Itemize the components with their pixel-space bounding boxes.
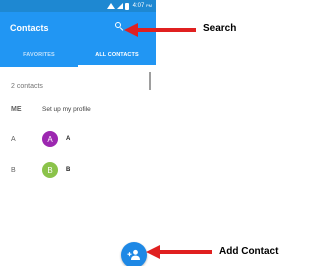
avatar: B — [42, 162, 58, 178]
contacts-app-screen: 4:07 PM Contacts FAVORITES ALL CONTACTS … — [0, 0, 156, 266]
section-letter: A — [11, 135, 16, 143]
add-person-icon — [127, 249, 140, 260]
status-bar: 4:07 PM — [0, 0, 156, 12]
setup-profile-label: Set up my profile — [42, 105, 91, 113]
list-item[interactable]: A A A — [0, 129, 156, 149]
add-contact-callout-label: Add Contact — [219, 246, 279, 257]
contact-name: A — [66, 136, 71, 142]
contact-name: B — [66, 167, 71, 173]
signal-icon — [116, 3, 123, 9]
section-letter: ME — [11, 105, 22, 113]
page-title: Contacts — [10, 22, 49, 33]
contact-count: 2 contacts — [11, 83, 43, 90]
avatar: A — [42, 131, 58, 147]
tab-all-contacts[interactable]: ALL CONTACTS — [78, 43, 156, 67]
add-contact-callout-arrow — [146, 245, 212, 259]
tab-favorites[interactable]: FAVORITES — [0, 43, 78, 67]
search-callout-arrow — [124, 23, 196, 37]
scrollbar[interactable] — [149, 72, 151, 90]
tab-bar: FAVORITES ALL CONTACTS — [0, 43, 156, 67]
add-contact-button[interactable] — [121, 242, 147, 266]
battery-icon — [124, 2, 129, 10]
status-time: 4:07 PM — [132, 3, 152, 9]
list-item[interactable]: B B B — [0, 160, 156, 180]
search-callout-label: Search — [203, 23, 237, 34]
section-letter: B — [11, 166, 16, 174]
wifi-icon — [106, 3, 115, 9]
list-item-profile[interactable]: ME Set up my profile — [0, 99, 156, 119]
